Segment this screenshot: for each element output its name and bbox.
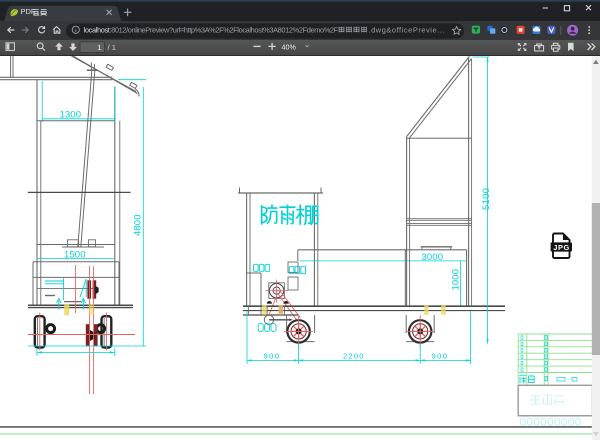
- svg-text:2200: 2200: [343, 352, 364, 361]
- svg-text:1: 1: [97, 43, 101, 52]
- svg-text:3000: 3000: [422, 252, 444, 263]
- svg-text:/ 1: / 1: [108, 43, 116, 52]
- svg-text:localhost:8012/onlinePreview?u: localhost:8012/onlinePreview?url=http%3A…: [84, 26, 339, 35]
- svg-text:1500: 1500: [64, 250, 86, 261]
- svg-text:5100: 5100: [481, 188, 492, 210]
- svg-text:JPG: JPG: [553, 243, 569, 252]
- svg-text:40%: 40%: [282, 42, 297, 51]
- svg-text:4800: 4800: [133, 215, 144, 237]
- svg-text:900: 900: [432, 352, 448, 361]
- svg-text:900: 900: [264, 352, 280, 361]
- svg-text:.dwg&officePrevie...: .dwg&officePrevie...: [369, 26, 445, 35]
- svg-text:1300: 1300: [60, 110, 82, 121]
- svg-text:1000: 1000: [451, 269, 462, 291]
